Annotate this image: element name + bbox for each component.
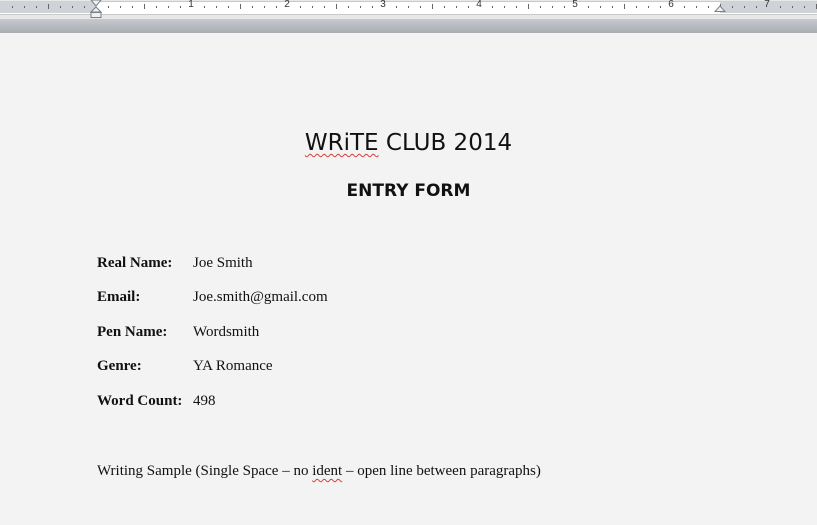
ruler-tick: [564, 6, 565, 8]
field-value: 498: [193, 393, 216, 409]
ruler-tick: [252, 6, 253, 8]
ruler-tick: [48, 4, 49, 9]
ruler-number: 4: [476, 0, 482, 10]
ruler-tick: [324, 6, 325, 8]
title-word-misspelled: WRiTE: [304, 130, 379, 156]
document-page[interactable]: WRiTE CLUB 2014 ENTRY FORM Real Name: Jo…: [0, 33, 817, 525]
ruler-tick: [528, 4, 529, 9]
field-value: Joe.smith@gmail.com: [193, 289, 328, 305]
document-title: WRiTE CLUB 2014: [0, 130, 817, 156]
ruler-tick: [24, 6, 25, 8]
ruler-tick: [180, 6, 181, 8]
ruler-tick: [504, 6, 505, 8]
ruler-tick: [456, 6, 457, 8]
ruler-tick: [144, 4, 145, 9]
field-value: Wordsmith: [193, 324, 260, 340]
ruler-tick: [276, 6, 277, 8]
ruler-number: 3: [380, 0, 386, 10]
ruler-tick: [444, 6, 445, 8]
ruler-tick: [708, 6, 709, 8]
ruler-tick: [228, 6, 229, 8]
field-label: Real Name:: [97, 255, 173, 271]
ruler-tick: [60, 6, 61, 8]
ruler-tick: [168, 6, 169, 8]
ruler-tick: [372, 6, 373, 8]
ruler-tick: [300, 6, 301, 8]
ruler-tick: [696, 6, 697, 8]
ruler-tick: [132, 6, 133, 8]
ruler-tick: [156, 6, 157, 8]
ruler-tick: [744, 6, 745, 8]
title-rest: CLUB 2014: [378, 130, 513, 156]
ruler-tick: [492, 6, 493, 8]
ruler-tick: [408, 6, 409, 8]
ruler-tick: [600, 6, 601, 8]
misspelled-word: ident: [312, 463, 343, 479]
ruler-number: 6: [668, 0, 674, 10]
ruler-number: 1: [188, 0, 194, 10]
ruler-toolbar-band: [0, 19, 817, 33]
ruler-tick: [420, 6, 421, 8]
ruler-tick: [312, 6, 313, 8]
field-value: YA Romance: [193, 358, 273, 374]
ruler-tick: [660, 6, 661, 8]
ruler-tick: [588, 6, 589, 8]
field-value: Joe Smith: [193, 255, 253, 271]
ruler-tick: [612, 6, 613, 8]
ruler-tick: [552, 6, 553, 8]
ruler-tick: [216, 6, 217, 8]
ruler-number: 7: [764, 0, 770, 10]
writing-sample-instructions: Writing Sample (Single Space – no ident …: [97, 463, 541, 480]
ruler-tick: [240, 4, 241, 9]
ruler-tick: [636, 6, 637, 8]
ruler-tick: [804, 6, 805, 8]
right-indent-marker-icon[interactable]: [714, 0, 726, 12]
ruler-tick: [204, 6, 205, 8]
ruler-tick: [780, 6, 781, 8]
ruler-tick: [756, 6, 757, 8]
ruler-tick: [336, 4, 337, 9]
ruler-tick: [36, 6, 37, 8]
ruler-tick: [468, 6, 469, 8]
ruler-tick: [396, 6, 397, 8]
ruler-number: 5: [572, 0, 578, 10]
field-label: Word Count:: [97, 393, 183, 409]
ruler-tick: [84, 6, 85, 8]
writing-sample-text-end: – open line between paragraphs): [342, 463, 541, 479]
ruler-tick: [540, 6, 541, 8]
ruler-tick: [72, 6, 73, 8]
ruler-tick: [648, 6, 649, 8]
ruler-tick: [432, 4, 433, 9]
ruler-tick: [12, 6, 13, 8]
ruler-tick: [108, 6, 109, 8]
ruler-tick: [684, 6, 685, 8]
ruler-tick: [348, 6, 349, 8]
horizontal-ruler[interactable]: 1 2 3 4 5 6 7: [0, 0, 817, 19]
field-label: Email:: [97, 289, 141, 305]
ruler-tick: [732, 6, 733, 8]
field-label: Genre:: [97, 358, 142, 374]
writing-sample-text: Writing Sample (Single Space – no: [97, 463, 313, 479]
document-subtitle: ENTRY FORM: [346, 181, 471, 201]
ruler-tick: [264, 6, 265, 8]
ruler-number: 2: [284, 0, 290, 10]
left-indent-marker-icon[interactable]: [90, 0, 102, 18]
ruler-ticks: [0, 0, 817, 19]
ruler-tick: [624, 4, 625, 9]
ruler-tick: [120, 6, 121, 8]
ruler-tick: [792, 6, 793, 8]
ruler-tick: [360, 6, 361, 8]
field-label: Pen Name:: [97, 324, 168, 340]
ruler-tick: [516, 6, 517, 8]
